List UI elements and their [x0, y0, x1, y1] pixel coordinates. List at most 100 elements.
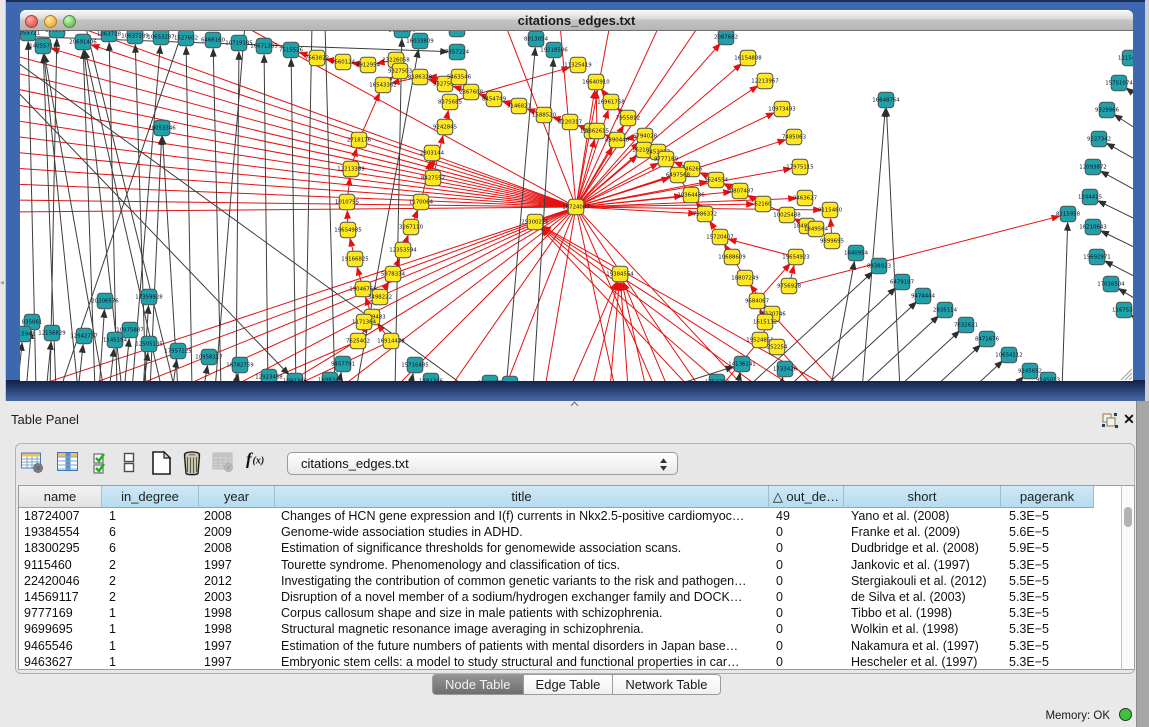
red-edge[interactable]	[350, 239, 353, 252]
column-header-out_de[interactable]: △ out_de…	[769, 486, 844, 508]
red-edge[interactable]	[353, 148, 357, 161]
red-edge[interactable]	[414, 210, 418, 220]
graph-node[interactable]: 1965034	[45, 31, 70, 38]
graph-node[interactable]: 17975115	[786, 159, 813, 175]
red-edge[interactable]	[20, 104, 568, 206]
close-icon[interactable]: ✕	[1122, 411, 1136, 427]
graph-node[interactable]: 1803384	[445, 31, 470, 37]
table-row[interactable]: 977716911998Corpus callosum shape and si…	[19, 605, 1122, 621]
graph-node[interactable]: 20364436	[677, 187, 705, 203]
graph-node[interactable]: 16648764	[872, 92, 900, 108]
new-table-icon[interactable]	[149, 450, 173, 481]
black-edge[interactable]	[1107, 143, 1133, 190]
graph-node[interactable]: 1527602	[174, 31, 198, 46]
graph-node[interactable]: 8471676	[975, 331, 1000, 347]
graph-node[interactable]: 19654923	[782, 249, 809, 265]
graph-node[interactable]: 2935114	[933, 302, 958, 318]
graph-node[interactable]: 19166825	[341, 251, 368, 267]
column-header-name[interactable]: name	[19, 486, 102, 508]
red-edge[interactable]	[406, 235, 409, 242]
graph-node[interactable]: 2367608	[459, 84, 484, 100]
graph-node[interactable]: 12156829	[38, 325, 66, 341]
graph-node[interactable]: 16640910	[582, 74, 610, 90]
red-edge[interactable]	[700, 173, 709, 177]
graph-node[interactable]: 1588520	[532, 107, 557, 123]
red-edge[interactable]	[545, 215, 575, 381]
black-edge[interactable]	[1131, 315, 1133, 365]
red-edge[interactable]	[831, 219, 832, 233]
scrollbar-thumb[interactable]	[1124, 507, 1132, 527]
black-edge[interactable]	[186, 47, 192, 381]
table-row[interactable]: 946554611997Estimation of the future num…	[19, 638, 1122, 654]
graph-node[interactable]: 11325419	[564, 57, 592, 73]
table-row[interactable]: 946362711997Embryonic stem cells: a mode…	[19, 654, 1122, 670]
black-edge[interactable]	[1101, 231, 1133, 272]
graph-node[interactable]: 1167534	[1112, 302, 1133, 318]
graph-node[interactable]: 6794028	[633, 128, 658, 144]
red-edge[interactable]	[447, 111, 449, 120]
vertical-scrollbar[interactable]	[1121, 485, 1135, 670]
red-edge[interactable]	[797, 216, 1060, 284]
graph-node[interactable]: 19218506	[540, 42, 568, 58]
graph-node[interactable]: 18807249	[731, 270, 759, 286]
black-edge[interactable]	[900, 377, 1024, 381]
graph-node[interactable]: 20691406	[69, 34, 97, 50]
table-row[interactable]: 1872400712008Changes of HCN gene express…	[19, 508, 1122, 524]
unselect-all-icon[interactable]	[122, 450, 136, 479]
graph-node[interactable]: 12505135	[135, 336, 162, 352]
red-edge[interactable]	[580, 213, 700, 381]
black-edge[interactable]	[862, 109, 885, 381]
table-row[interactable]: 969969511998Structural magnetic resonanc…	[19, 621, 1122, 637]
graph-node[interactable]: 7515526	[279, 42, 304, 58]
black-edge[interactable]	[356, 50, 418, 381]
black-edge[interactable]	[395, 39, 402, 381]
black-edge[interactable]	[1101, 171, 1133, 220]
graph-node[interactable]: 1640954	[844, 245, 869, 261]
graph-node[interactable]: 16961758	[597, 94, 625, 110]
column-header-pagerank[interactable]: pagerank	[1001, 486, 1094, 508]
graph-node[interactable]: 1482346	[419, 373, 444, 381]
black-edge[interactable]	[325, 31, 335, 381]
black-edge[interactable]	[20, 343, 22, 381]
graph-node[interactable]: 8215958	[1056, 206, 1081, 222]
graph-node[interactable]: 1733426	[773, 361, 798, 377]
red-edge[interactable]	[20, 55, 568, 205]
graph-node[interactable]: 8990448	[605, 132, 630, 148]
graph-node[interactable]: 1010755	[335, 194, 359, 210]
graph-node[interactable]: 10719185	[225, 35, 252, 51]
table-row[interactable]: 1830029562008Estimation of significance …	[19, 540, 1122, 556]
graph-node[interactable]: 5878334	[381, 266, 406, 282]
column-header-year[interactable]: year	[199, 486, 275, 508]
table-row[interactable]: 1456911722003Disruption of a novel membe…	[19, 589, 1122, 605]
graph-node[interactable]: 17016504	[1097, 276, 1125, 292]
graph-node[interactable]: 10688609	[718, 249, 746, 265]
graph-node[interactable]: 9146821	[507, 98, 531, 114]
resize-grip-icon[interactable]	[1119, 367, 1132, 380]
red-edge[interactable]	[791, 266, 794, 279]
graph-node[interactable]: 8912954	[356, 57, 381, 73]
import-table-icon[interactable]	[211, 450, 235, 479]
red-edge[interactable]	[596, 91, 597, 123]
graph-node[interactable]: 8454749	[482, 91, 507, 107]
graph-node[interactable]: 16914479	[377, 333, 405, 349]
graph-node[interactable]: 15751074	[1105, 75, 1133, 91]
column-header-title[interactable]: title	[275, 486, 769, 508]
red-edge[interactable]	[20, 120, 568, 206]
graph-node[interactable]: 10654112	[995, 347, 1022, 363]
black-edge[interactable]	[886, 109, 900, 381]
graph-node[interactable]: 9463627	[793, 190, 817, 206]
graph-node[interactable]: 14136141	[728, 356, 755, 372]
tab-edge-table[interactable]: Edge Table	[524, 674, 614, 695]
graph-node[interactable]: 16210643	[1079, 219, 1106, 235]
graph-node[interactable]: 10973493	[768, 101, 795, 117]
graph-node[interactable]: 7632621	[954, 317, 978, 333]
graph-node[interactable]: 2718176	[347, 132, 372, 148]
tab-network-table[interactable]: Network Table	[613, 674, 720, 695]
red-edge[interactable]	[20, 152, 568, 206]
graph-node[interactable]: 10653287	[147, 31, 174, 45]
red-edge[interactable]	[280, 211, 569, 381]
float-window-icon[interactable]	[1102, 413, 1118, 428]
red-edge[interactable]	[724, 184, 733, 188]
red-edge[interactable]	[579, 214, 655, 381]
column-header-in_degree[interactable]: in_degree	[102, 486, 199, 508]
